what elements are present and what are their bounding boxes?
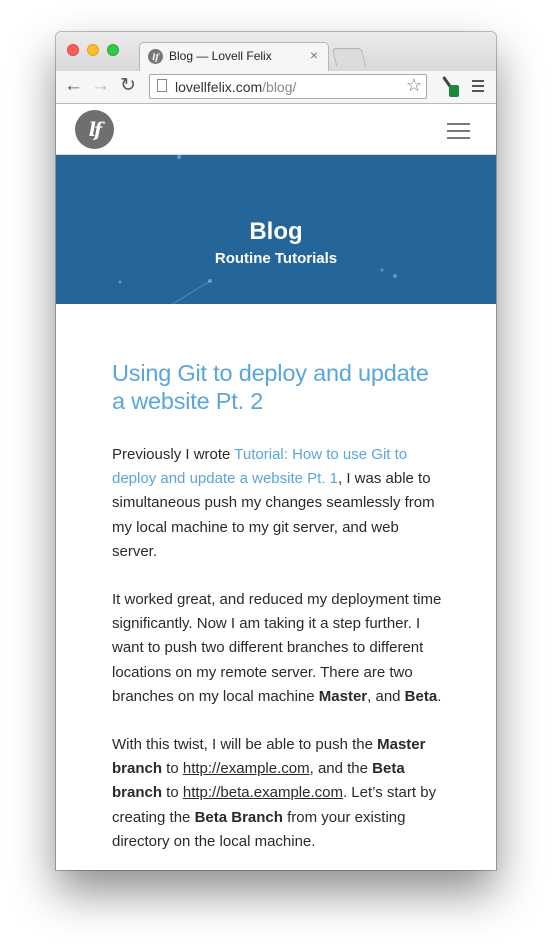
page-viewport: lf Blog Routine Tutorials Using Git to d… [56, 104, 496, 870]
hero-banner: Blog Routine Tutorials [56, 155, 496, 304]
title-bar: lf Blog — Lovell Felix × [56, 32, 496, 71]
p2-and: , and [367, 687, 405, 705]
back-arrow-icon[interactable]: ← [64, 75, 83, 97]
paragraph-3: With this twist, I will be able to push … [112, 733, 447, 854]
site-menu-icon[interactable] [447, 123, 470, 144]
beta-example-com-link[interactable]: http://beta.example.com [183, 784, 343, 801]
browser-window: lf Blog — Lovell Felix × ← → ↻ lovellfel… [56, 32, 496, 870]
p3-t4: to [162, 784, 183, 802]
browser-toolbar: ← → ↻ lovellfelix.com/blog/ ☆ [56, 71, 496, 104]
browser-menu-icon[interactable] [472, 80, 484, 95]
browser-tab[interactable]: lf Blog — Lovell Felix × [139, 42, 329, 71]
p3-t2: to [162, 760, 183, 778]
address-bar[interactable]: lovellfelix.com/blog/ ☆ [149, 74, 427, 99]
paragraph-1: Previously I wrote Tutorial: How to use … [112, 443, 447, 564]
zoom-window-button[interactable] [107, 44, 119, 56]
p3-t3: , and the [309, 760, 373, 778]
bookmark-star-icon[interactable]: ☆ [406, 75, 422, 96]
close-window-button[interactable] [67, 44, 79, 56]
p1-pre: Previously I wrote [112, 446, 235, 463]
p3-beta-branch-bold: Beta Branch [194, 808, 283, 826]
paragraph-2: It worked great, and reduced my deployme… [112, 588, 447, 709]
site-header: lf [56, 104, 496, 155]
page-subtitle: Routine Tutorials [214, 250, 338, 267]
page-title: Blog [249, 218, 303, 245]
site-logo[interactable]: lf [75, 110, 114, 149]
page-icon [157, 79, 167, 92]
example-com-link[interactable]: http://example.com [183, 760, 310, 777]
url-path: /blog/ [262, 79, 297, 95]
master-branch-label: Master [318, 687, 368, 705]
post-title[interactable]: Using Git to deploy and update a website… [112, 359, 447, 415]
favicon-icon: lf [148, 49, 163, 64]
forward-arrow-icon[interactable]: → [91, 75, 110, 97]
tab-close-icon[interactable]: × [310, 47, 318, 63]
minimize-window-button[interactable] [87, 44, 99, 56]
blog-post: Using Git to deploy and update a website… [112, 359, 447, 870]
url-host: lovellfelix.com [175, 79, 263, 95]
url-text[interactable]: lovellfelix.com/blog/ [175, 79, 296, 95]
reload-icon[interactable]: ↻ [120, 75, 136, 97]
p2-end: . [437, 687, 442, 705]
new-tab-button[interactable] [331, 48, 367, 66]
eyedropper-extension-icon[interactable] [441, 76, 459, 98]
beta-branch-label: Beta [404, 687, 438, 705]
p3-t1: With this twist, I will be able to push … [112, 736, 378, 754]
tab-title: Blog — Lovell Felix [169, 49, 272, 63]
